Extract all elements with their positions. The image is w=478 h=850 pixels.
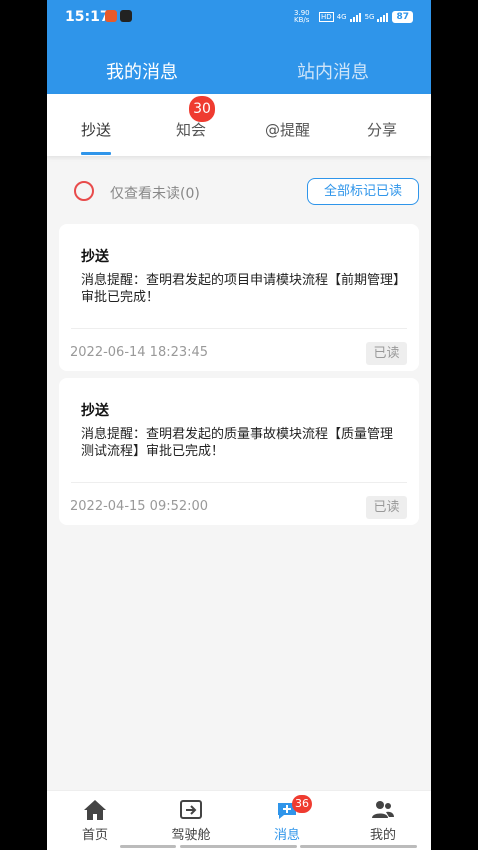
- signal-5g-icon: 5G: [364, 13, 375, 21]
- nav-cockpit-label: 驾驶舱: [171, 828, 211, 843]
- nav-home-label: 首页: [81, 828, 108, 843]
- message-card[interactable]: 抄送 消息提醒：查明君发起的质量事故模块流程【质量管理测试流程】审批已完成！ 2…: [59, 378, 419, 525]
- nav-messages-badge: 36: [292, 795, 312, 813]
- mark-all-read-button[interactable]: 全部标记已读: [307, 178, 419, 205]
- status-time: 15:17: [65, 9, 110, 25]
- hd-icon: HD: [319, 12, 334, 22]
- system-nav-bar: [120, 845, 176, 848]
- system-nav-bar: [300, 845, 417, 848]
- message-category-tabs: 抄送 知会 30 @提醒 分享: [47, 94, 431, 156]
- card-divider: [71, 328, 407, 329]
- nav-mine-label: 我的: [369, 828, 396, 843]
- battery-icon: 87: [392, 11, 413, 23]
- message-body: 消息提醒：查明君发起的项目申请模块流程【前期管理】审批已完成！: [81, 273, 400, 305]
- nav-cockpit[interactable]: 驾驶舱: [143, 799, 239, 843]
- system-nav-bar: [180, 845, 297, 848]
- read-status-badge: 已读: [366, 496, 407, 519]
- nav-messages[interactable]: 消息: [239, 799, 335, 843]
- subtab-mention[interactable]: @提醒: [265, 119, 310, 140]
- tab-my-messages[interactable]: 我的消息: [106, 58, 178, 84]
- signal-bars-icon: [377, 12, 389, 22]
- filter-row: 仅查看未读(0) 全部标记已读: [47, 168, 431, 216]
- notification-app-icon: [105, 10, 117, 22]
- subtab-notify-badge: 30: [189, 96, 215, 122]
- message-body: 消息提醒：查明君发起的质量事故模块流程【质量管理测试流程】审批已完成！: [81, 427, 394, 459]
- read-status-badge: 已读: [366, 342, 407, 365]
- signal-4g-icon: 4G: [336, 13, 347, 21]
- unread-only-label[interactable]: 仅查看未读(0): [110, 183, 200, 203]
- message-time: 2022-04-15 09:52:00: [70, 499, 209, 514]
- message-title: 抄送: [81, 249, 109, 265]
- header-tabs: 我的消息 站内消息: [47, 32, 431, 94]
- phone-screen: 15:17 3.90 KB/s HD 4G 5G 87 我的消息 站内消息 抄送…: [47, 0, 431, 850]
- nav-mine[interactable]: 我的: [335, 799, 431, 843]
- message-card[interactable]: 抄送 消息提醒：查明君发起的项目申请模块流程【前期管理】审批已完成！ 2022-…: [59, 224, 419, 371]
- unread-only-radio[interactable]: [74, 181, 94, 201]
- notification-app-icon: [120, 10, 132, 22]
- subtab-share[interactable]: 分享: [367, 119, 397, 140]
- status-bar: 15:17 3.90 KB/s HD 4G 5G 87: [47, 0, 431, 32]
- tab-site-messages[interactable]: 站内消息: [297, 58, 369, 84]
- status-app-icons: [105, 10, 132, 22]
- message-time: 2022-06-14 18:23:45: [70, 345, 209, 360]
- bottom-nav: 首页 驾驶舱 消息 36 我的: [47, 790, 431, 850]
- message-title: 抄送: [81, 403, 109, 419]
- net-speed: 3.90 KB/s: [294, 9, 310, 24]
- card-divider: [71, 482, 407, 483]
- subtab-cc[interactable]: 抄送: [81, 119, 111, 140]
- nav-messages-label: 消息: [273, 828, 300, 843]
- nav-home[interactable]: 首页: [47, 799, 143, 843]
- active-tab-indicator: [81, 152, 111, 155]
- users-icon: [372, 801, 394, 818]
- cockpit-icon: [180, 800, 202, 819]
- subtab-notify[interactable]: 知会: [176, 119, 206, 140]
- home-icon: [84, 800, 106, 820]
- signal-bars-icon: [349, 12, 361, 22]
- status-right-group: 3.90 KB/s HD 4G 5G 87: [294, 10, 413, 24]
